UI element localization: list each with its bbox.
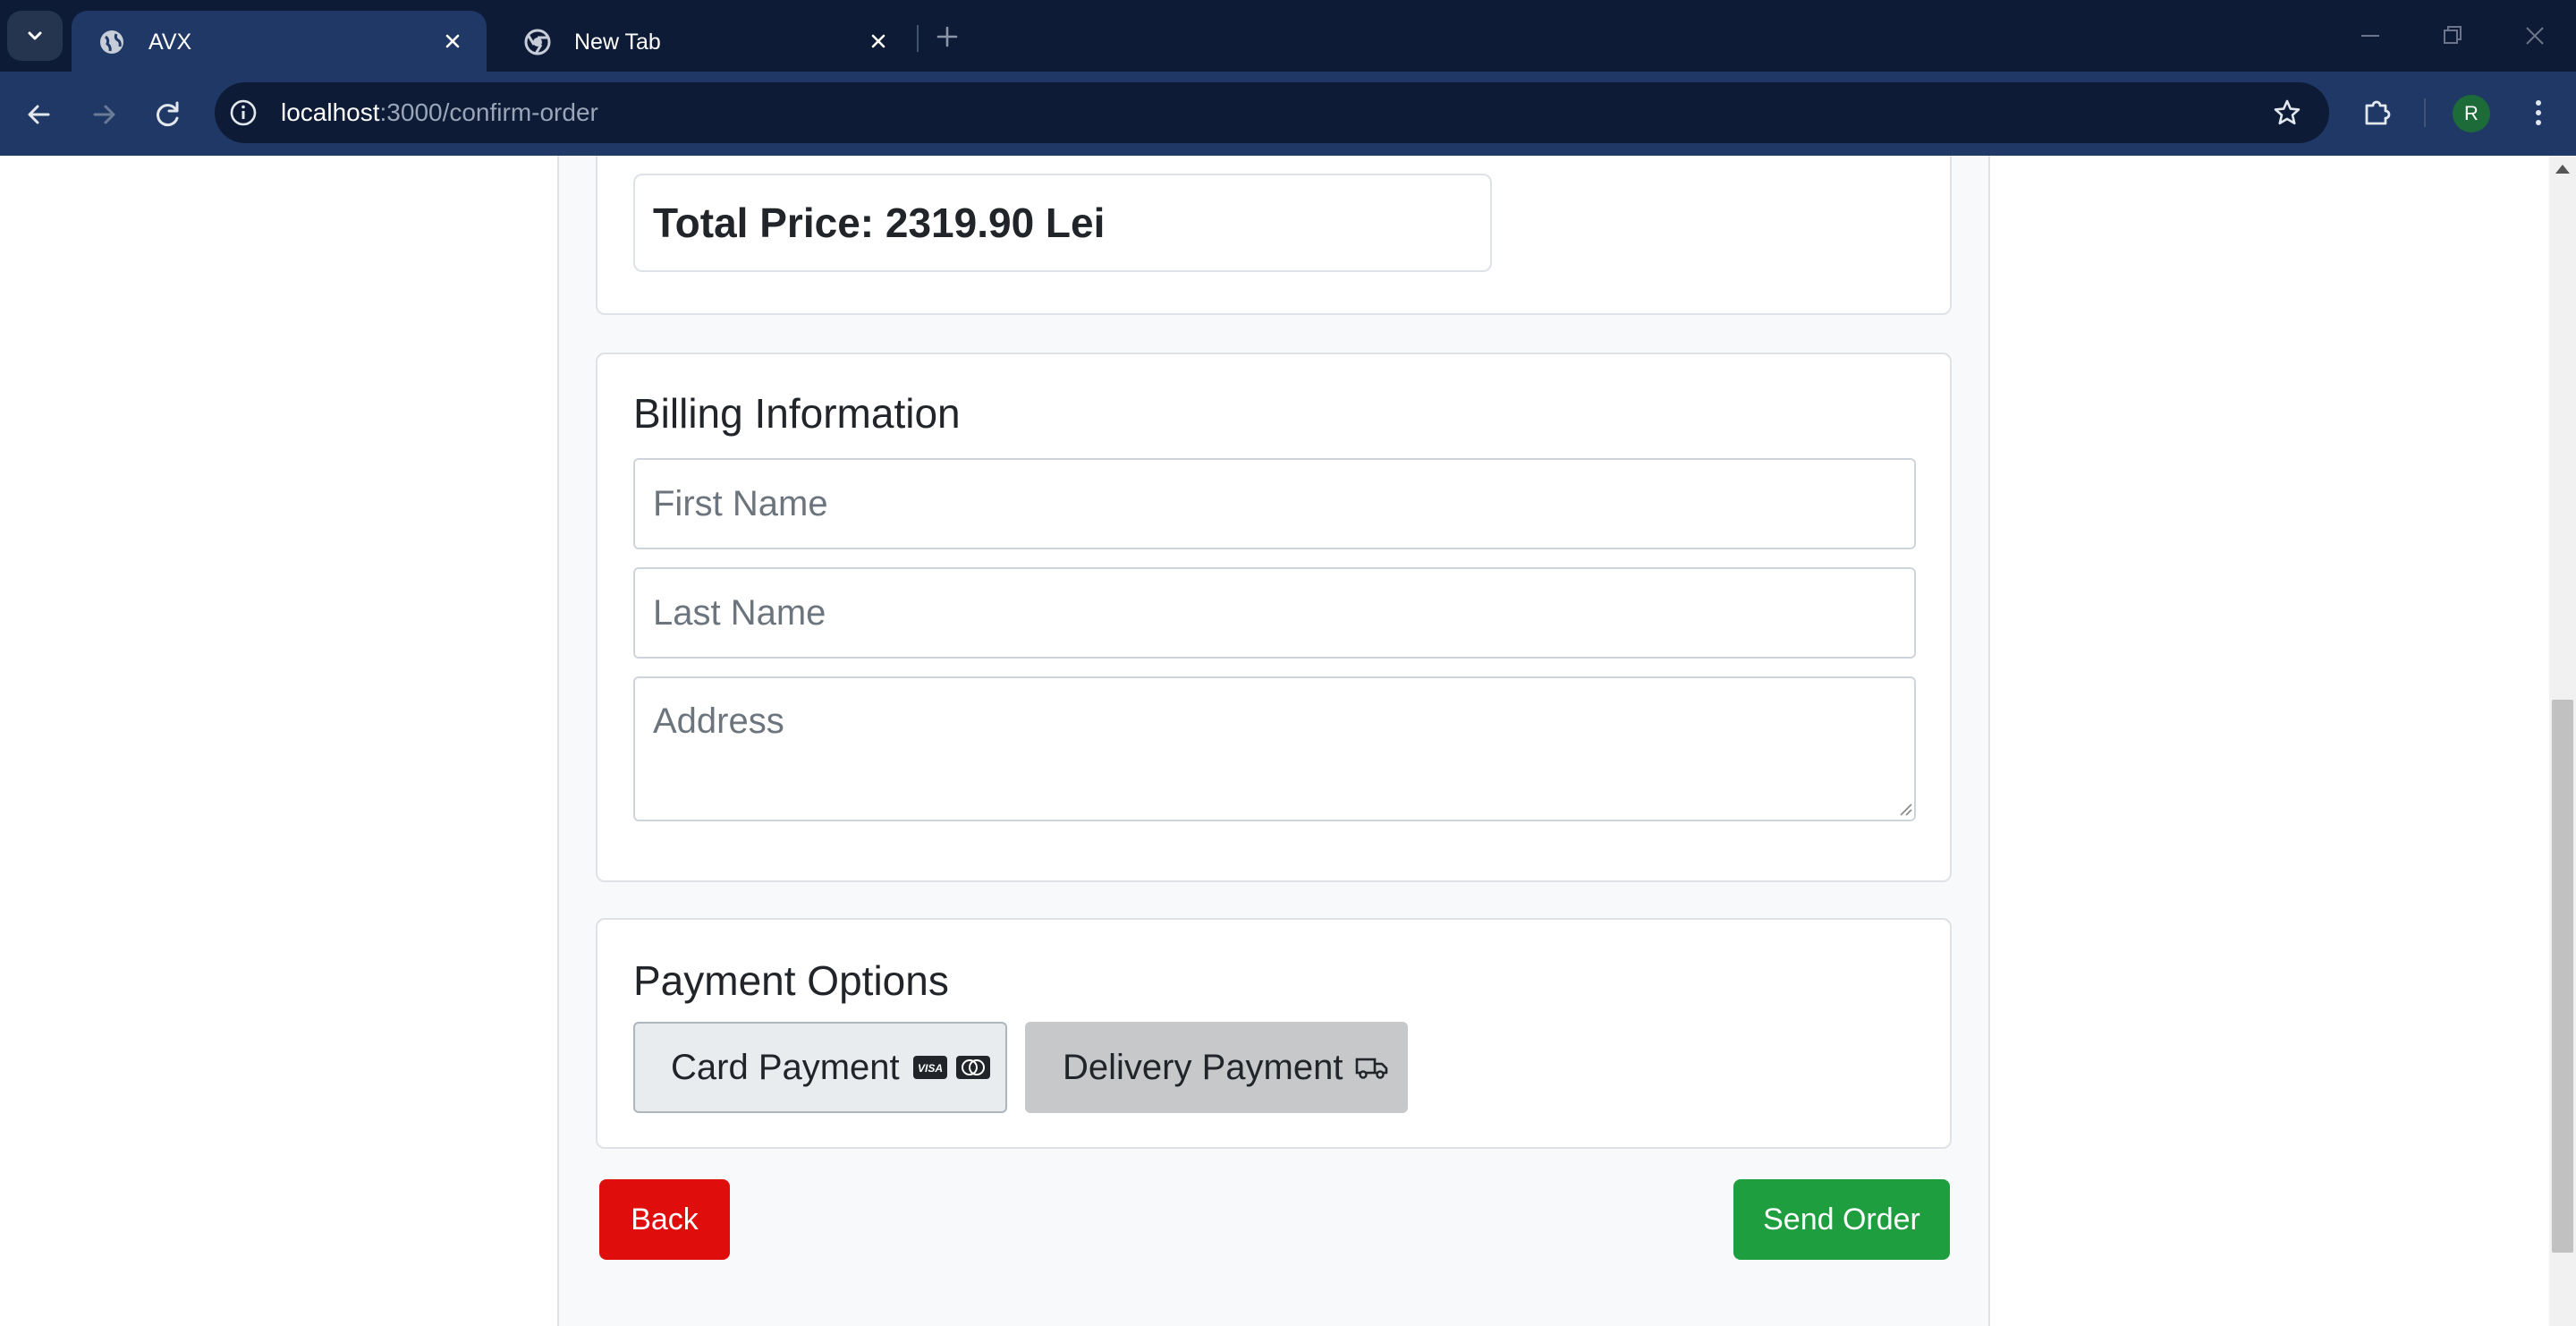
new-tab-icon[interactable] xyxy=(930,20,964,54)
last-name-input[interactable] xyxy=(633,567,1916,659)
address-bar[interactable]: localhost:3000/confirm-order xyxy=(215,82,2329,143)
forward-arrow-icon[interactable] xyxy=(84,95,123,134)
bookmark-star-icon[interactable] xyxy=(2270,96,2304,130)
site-info-icon[interactable] xyxy=(227,97,259,129)
url-host: localhost xyxy=(281,98,380,126)
tab-avx[interactable]: AVX xyxy=(72,11,487,72)
mastercard-icon xyxy=(955,1056,990,1079)
tab-separator xyxy=(917,25,919,52)
chrome-icon xyxy=(524,29,551,55)
total-price: Total Price: 2319.90 Lei xyxy=(633,174,1492,272)
close-icon[interactable] xyxy=(864,27,893,55)
card-payment-button[interactable]: Card Payment VISA xyxy=(633,1022,1007,1113)
first-name-input[interactable] xyxy=(633,458,1916,549)
tab-search-button[interactable] xyxy=(7,11,63,61)
scrollbar-thumb[interactable] xyxy=(2552,700,2573,1253)
confirm-order-card: Total Price: 2319.90 Lei Billing Informa… xyxy=(557,156,1990,1326)
page-scrollbar[interactable] xyxy=(2549,156,2576,1326)
billing-section: Billing Information xyxy=(596,353,1952,882)
order-summary-section: Total Price: 2319.90 Lei xyxy=(596,156,1952,315)
reload-icon[interactable] xyxy=(148,95,188,134)
tab-title: AVX xyxy=(148,30,192,55)
toolbar-separator xyxy=(2424,98,2426,127)
resize-handle-icon[interactable] xyxy=(1896,800,1912,816)
close-icon[interactable] xyxy=(438,27,467,55)
browser-toolbar: localhost:3000/confirm-order R xyxy=(0,72,2576,156)
minimize-icon[interactable] xyxy=(2352,18,2388,54)
tab-title: New Tab xyxy=(574,30,661,55)
tab-new-tab[interactable]: New Tab xyxy=(497,11,912,72)
restore-icon[interactable] xyxy=(2435,18,2470,54)
browser-tab-bar: AVX New Tab xyxy=(0,0,2576,72)
back-arrow-icon[interactable] xyxy=(20,95,59,134)
payment-section: Payment Options Card Payment VISA Delive… xyxy=(596,918,1952,1149)
window-close-icon[interactable] xyxy=(2517,18,2553,54)
truck-icon xyxy=(1356,1058,1388,1079)
address-textarea[interactable] xyxy=(633,676,1916,821)
page-viewport: Total Price: 2319.90 Lei Billing Informa… xyxy=(0,156,2576,1326)
visa-icon: VISA xyxy=(912,1056,947,1079)
scroll-up-arrow-icon[interactable] xyxy=(2555,165,2570,174)
url-path: :3000/confirm-order xyxy=(379,98,598,126)
delivery-payment-button[interactable]: Delivery Payment xyxy=(1025,1022,1408,1113)
extensions-icon[interactable] xyxy=(2358,93,2397,132)
delivery-payment-label: Delivery Payment xyxy=(1063,1047,1343,1087)
card-payment-label: Card Payment xyxy=(671,1047,900,1087)
back-button[interactable]: Back xyxy=(599,1179,730,1260)
chevron-down-icon xyxy=(28,31,42,40)
payment-title: Payment Options xyxy=(633,957,949,1004)
svg-text:VISA: VISA xyxy=(918,1062,943,1075)
billing-title: Billing Information xyxy=(633,390,961,437)
globe-icon xyxy=(100,30,123,54)
send-order-button[interactable]: Send Order xyxy=(1733,1179,1950,1260)
more-menu-icon[interactable] xyxy=(2519,93,2558,132)
url-text: localhost:3000/confirm-order xyxy=(281,98,598,127)
profile-avatar[interactable]: R xyxy=(2453,95,2490,132)
